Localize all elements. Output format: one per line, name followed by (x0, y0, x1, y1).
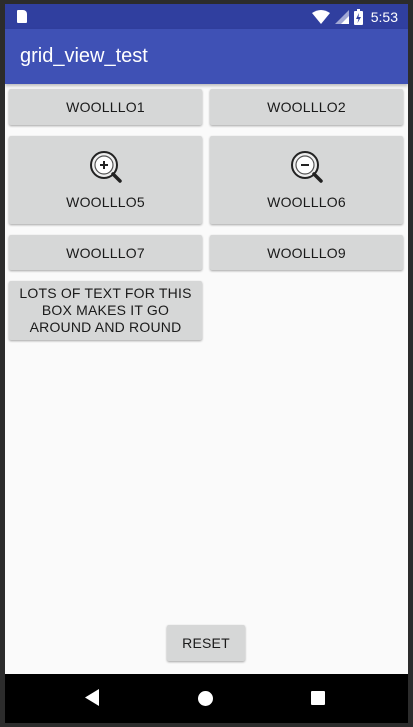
status-icons: 5:53 (311, 7, 398, 26)
grid-button-label: WOOLLLO1 (66, 99, 145, 115)
sd-card-icon (17, 10, 27, 23)
status-time: 5:53 (370, 8, 398, 25)
grid-button-woolllo5[interactable]: WOOLLLO5 (9, 136, 202, 224)
grid-button-woolllo7[interactable]: WOOLLLO7 (9, 235, 202, 270)
home-icon[interactable] (198, 691, 213, 706)
status-bar: 5:53 (5, 4, 408, 29)
grid-button-woolllo9[interactable]: WOOLLLO9 (210, 235, 403, 270)
app-title: grid_view_test (20, 45, 148, 67)
grid-button-label: WOOLLLO2 (267, 99, 346, 115)
grid-button-woolllo1[interactable]: WOOLLLO1 (9, 89, 202, 125)
signal-icon (334, 9, 349, 24)
grid-button-woolllo6[interactable]: WOOLLLO6 (210, 136, 403, 224)
battery-icon (353, 8, 363, 25)
back-icon[interactable] (85, 689, 99, 706)
reset-button-label: RESET (182, 635, 230, 651)
grid-button-label: WOOLLLO6 (267, 194, 346, 210)
recents-icon[interactable] (311, 691, 325, 705)
grid-button-label: LOTS OF TEXT FOR THIS BOX MAKES IT GO AR… (19, 285, 192, 335)
grid-button-woolllo2[interactable]: WOOLLLO2 (210, 89, 403, 125)
reset-button[interactable]: RESET (167, 625, 245, 661)
grid-button-label: WOOLLLO9 (267, 244, 346, 261)
app-screen: 5:53 grid_view_test WOOLLLO1 WOOLLLO2 WO… (5, 4, 408, 723)
zoom-out-icon (290, 151, 323, 183)
grid-button-label: WOOLLLO7 (66, 244, 145, 261)
grid-button-label: WOOLLLO5 (66, 194, 145, 210)
zoom-in-icon (89, 151, 122, 183)
navigation-bar (5, 674, 408, 723)
grid-button-long-text[interactable]: LOTS OF TEXT FOR THIS BOX MAKES IT GO AR… (9, 281, 202, 340)
wifi-icon (311, 9, 330, 24)
app-bar: grid_view_test (5, 29, 408, 84)
